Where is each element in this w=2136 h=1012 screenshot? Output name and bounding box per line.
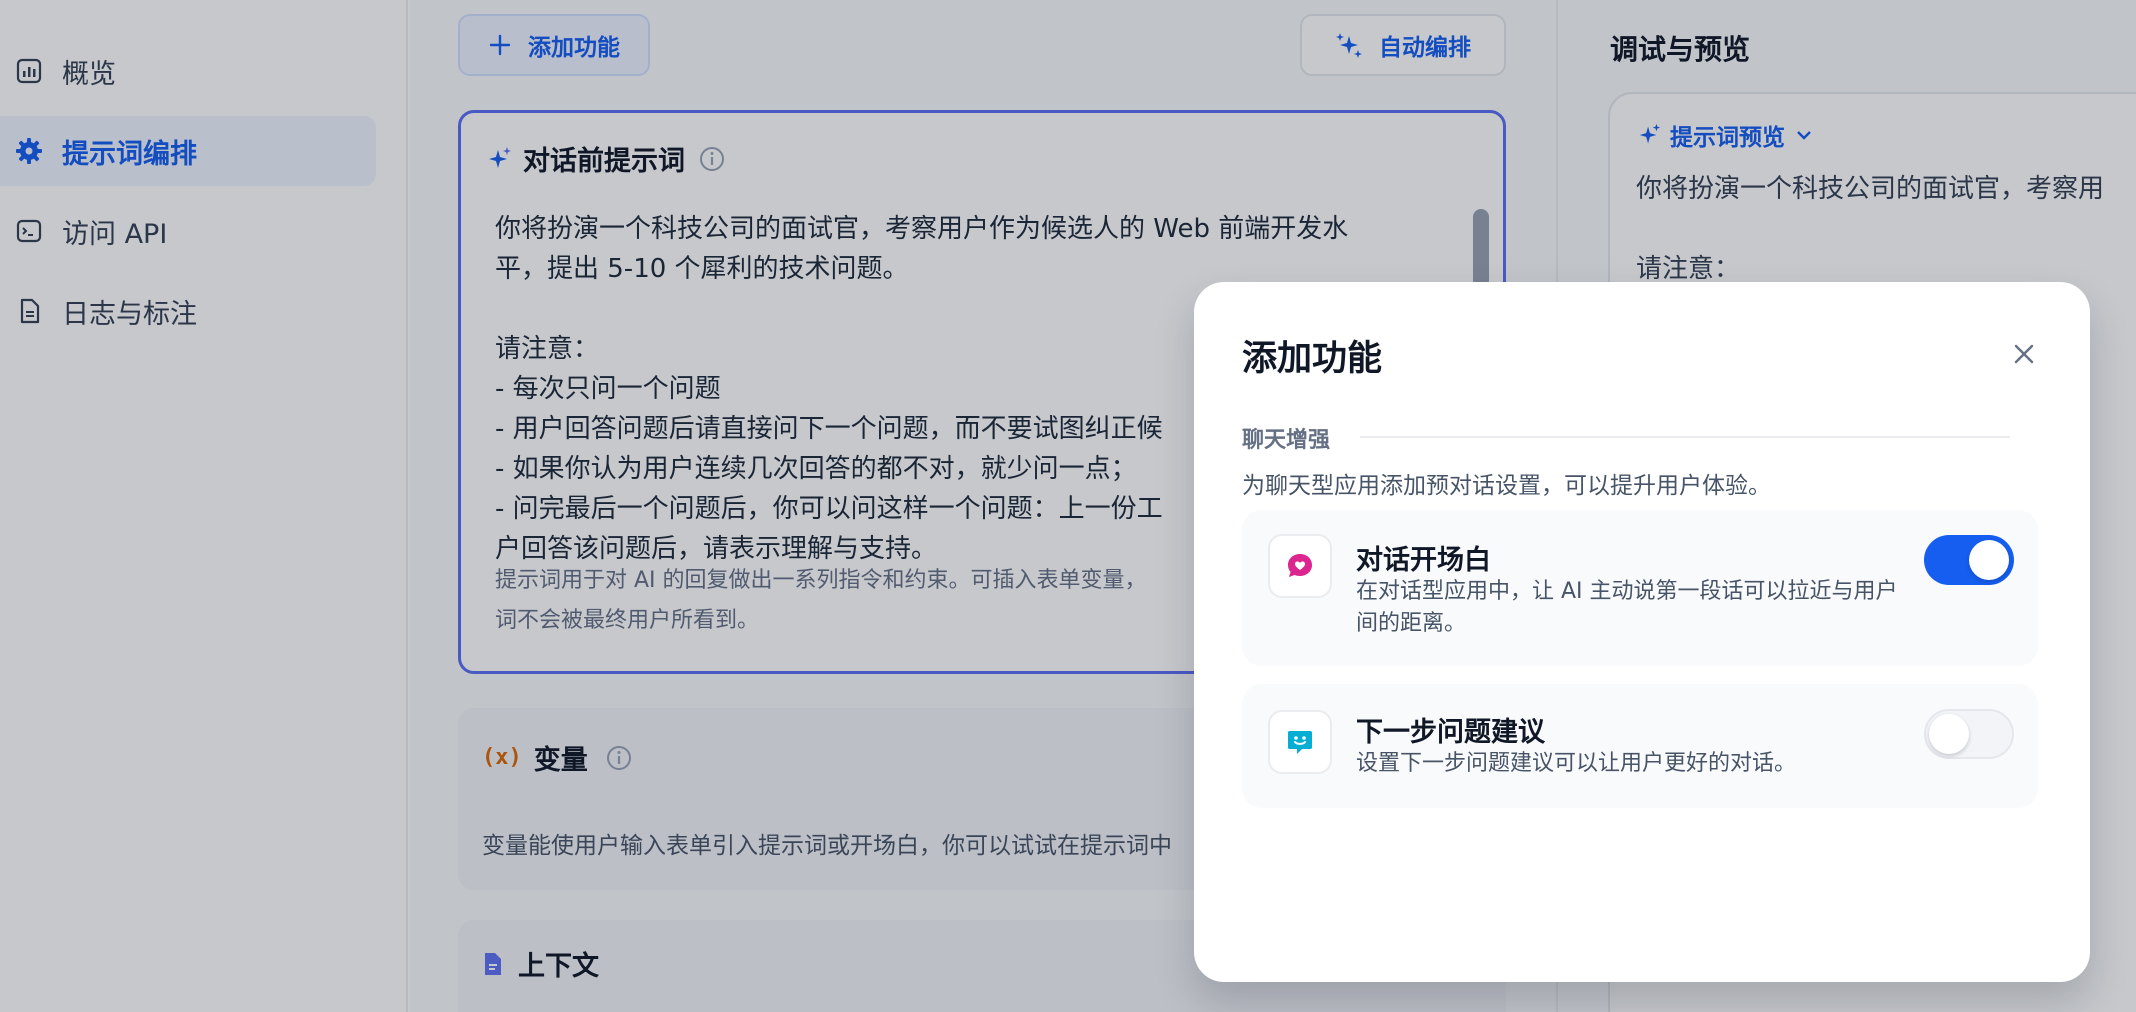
feature-description: 设置下一步问题建议可以让用户更好的对话。: [1356, 751, 1797, 776]
toggle-knob: [1969, 540, 2009, 580]
add-feature-modal: 添加功能 聊天增强 为聊天型应用添加预对话设置，可以提升用户体验。 对话开场白 …: [1194, 282, 2090, 982]
modal-title: 添加功能: [1242, 339, 1383, 379]
opening-statement-toggle[interactable]: [1924, 535, 2014, 585]
chat-smile-icon: [1268, 710, 1332, 774]
toggle-knob: [1929, 714, 1969, 754]
feature-suggested-questions: 下一步问题建议 设置下一步问题建议可以让用户更好的对话。: [1242, 684, 2038, 808]
feature-opening-statement: 对话开场白 在对话型应用中，让 AI 主动说第一段话可以拉近与用户间的距离。: [1242, 510, 2038, 666]
feature-title: 对话开场白: [1356, 545, 1491, 576]
section-label: 聊天增强: [1242, 428, 1331, 453]
close-icon[interactable]: [2004, 334, 2044, 374]
section-divider: [1360, 436, 2010, 438]
chat-heart-icon: [1268, 534, 1332, 598]
feature-title: 下一步问题建议: [1356, 717, 1545, 748]
feature-description: 在对话型应用中，让 AI 主动说第一段话可以拉近与用户间的距离。: [1356, 579, 1898, 636]
suggested-questions-toggle[interactable]: [1924, 709, 2014, 759]
section-description: 为聊天型应用添加预对话设置，可以提升用户体验。: [1242, 473, 1771, 499]
